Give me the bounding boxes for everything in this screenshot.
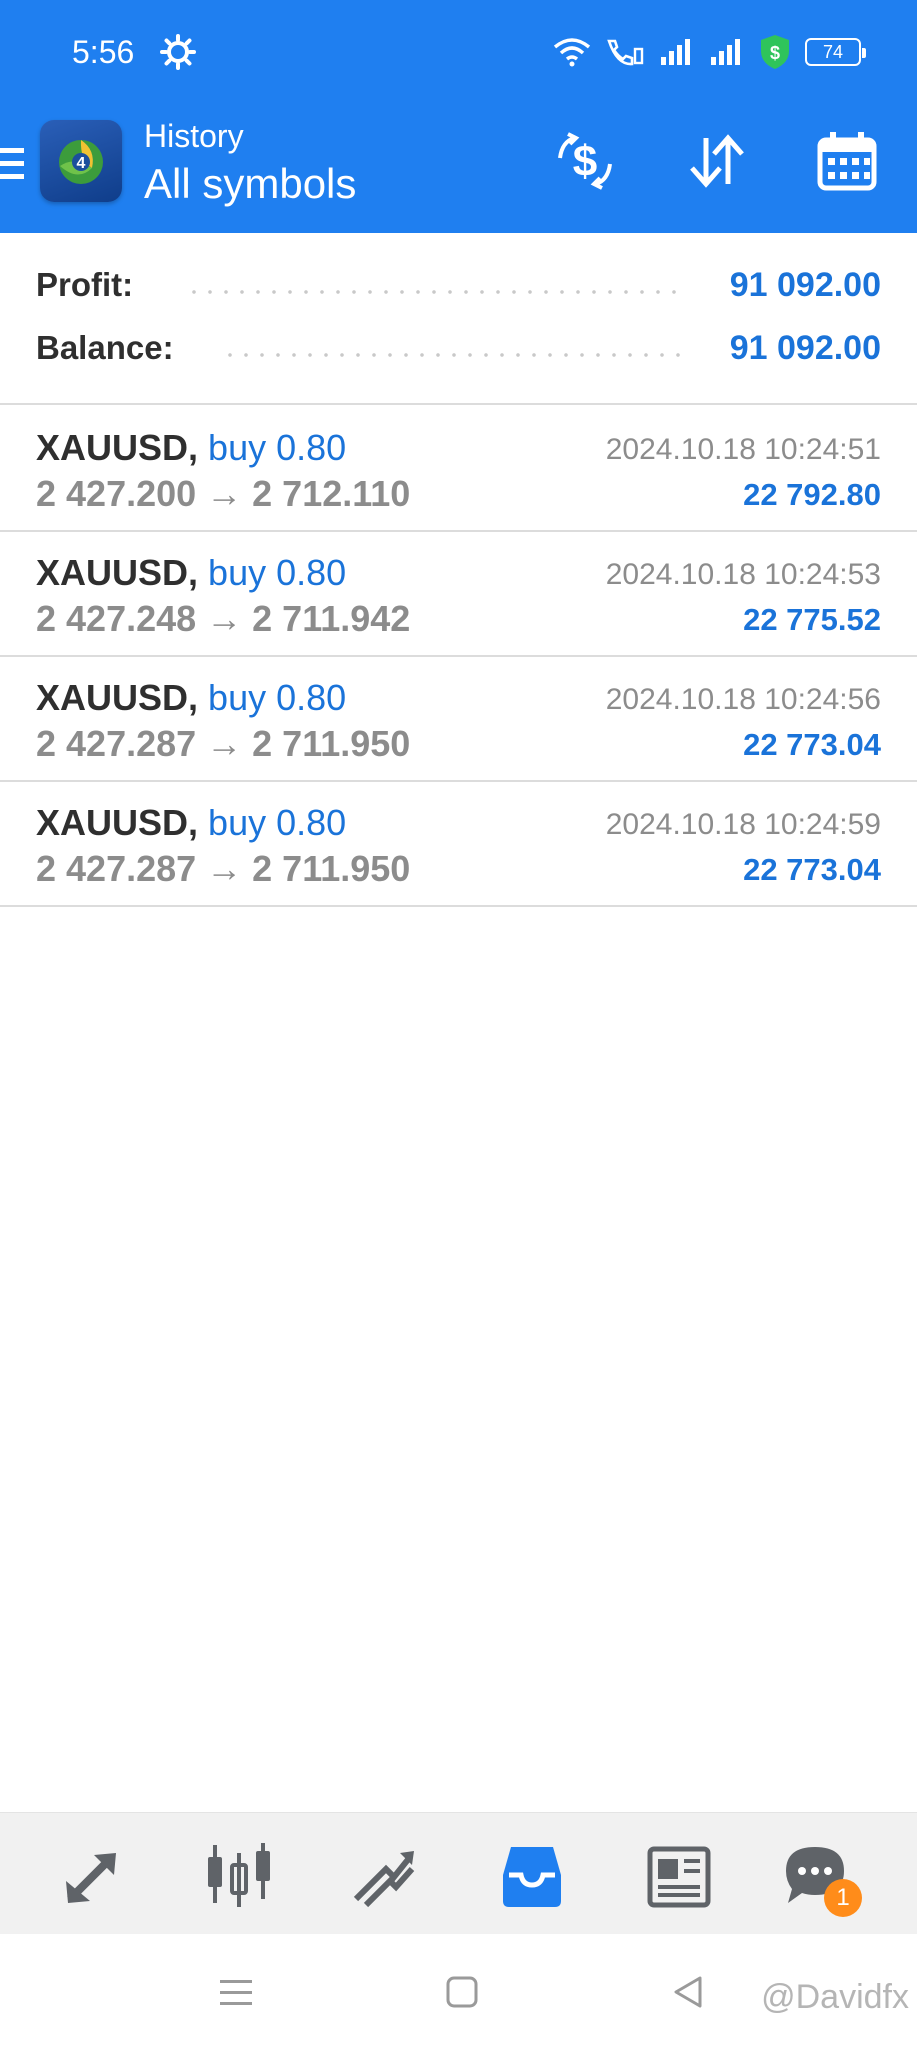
currency-exchange-icon[interactable]: $ (552, 128, 618, 194)
svg-text:$: $ (573, 137, 597, 186)
profit-label: Profit: (36, 266, 134, 303)
chat-badge: 1 (824, 1879, 862, 1917)
header-title[interactable]: All symbols (144, 160, 356, 208)
deal-profit: 22 773.04 (743, 852, 881, 887)
deal-prices: 2 427.287 → 2 711.950 (36, 848, 411, 889)
deal-profit: 22 775.52 (743, 602, 881, 637)
profit-value: 91 092.00 (729, 266, 881, 304)
profit-row: Profit: 91 092.00 (36, 266, 881, 316)
bottom-nav: 1 (0, 1812, 917, 1934)
deal-prices: 2 427.200 → 2 712.110 (36, 473, 411, 514)
balance-label: Balance: (36, 329, 174, 366)
chart-icon[interactable] (204, 1841, 274, 1911)
deal-time: 2024.10.18 10:24:59 (605, 808, 881, 841)
signal-icon (711, 39, 740, 65)
gear-icon (160, 34, 196, 70)
sort-icon[interactable] (684, 128, 750, 194)
battery-icon: 74 (805, 38, 866, 66)
calendar-icon[interactable] (814, 128, 880, 194)
back-icon[interactable] (668, 1972, 708, 2012)
svg-text:$: $ (770, 43, 780, 63)
deal-side: buy 0.80 (208, 427, 347, 468)
deal-row[interactable]: XAUUSD, buy 0.80 2 427.248 → 2 711.942 2… (0, 532, 917, 657)
header-subtitle: History (144, 118, 244, 154)
shield-icon: $ (761, 35, 789, 69)
system-nav-bar: @Davidfx (0, 1934, 917, 2048)
svg-text:4: 4 (77, 155, 86, 172)
chat-button[interactable]: 1 (780, 1841, 862, 1917)
deal-time: 2024.10.18 10:24:56 (605, 683, 881, 716)
recent-apps-icon[interactable] (216, 1972, 256, 2012)
signal-icon (661, 39, 690, 65)
deal-symbol: XAUUSD, (36, 802, 199, 843)
deal-row[interactable]: XAUUSD, buy 0.80 2 427.200 → 2 712.110 2… (0, 407, 917, 532)
history-icon[interactable] (497, 1841, 567, 1911)
deal-time: 2024.10.18 10:24:51 (605, 433, 881, 466)
balance-value: 91 092.00 (729, 329, 881, 367)
deal-profit: 22 792.80 (743, 477, 881, 512)
dotted-leader (186, 290, 681, 294)
menu-icon[interactable] (0, 144, 26, 184)
balance-row: Balance: 91 092.00 (36, 329, 881, 379)
quotes-icon[interactable] (58, 1841, 128, 1911)
app-bar: 4 History All symbols $ (0, 108, 917, 233)
app-logo: 4 (40, 120, 122, 202)
deal-symbol: XAUUSD, (36, 677, 199, 718)
deal-side: buy 0.80 (208, 552, 347, 593)
deal-symbol: XAUUSD, (36, 552, 199, 593)
deal-prices: 2 427.248 → 2 711.942 (36, 598, 411, 639)
call-icon (607, 39, 644, 66)
deal-symbol: XAUUSD, (36, 427, 199, 468)
deal-time: 2024.10.18 10:24:53 (605, 558, 881, 591)
status-bar: 5:56 $ 74 (0, 0, 917, 108)
deal-side: buy 0.80 (208, 802, 347, 843)
deal-row[interactable]: XAUUSD, buy 0.80 2 427.287 → 2 711.950 2… (0, 657, 917, 782)
deal-row[interactable]: XAUUSD, buy 0.80 2 427.287 → 2 711.950 2… (0, 782, 917, 907)
wifi-icon (553, 38, 591, 67)
watermark: @Davidfx (761, 1978, 909, 2016)
deal-prices: 2 427.287 → 2 711.950 (36, 723, 411, 764)
news-icon[interactable] (644, 1841, 714, 1911)
history-summary: Profit: 91 092.00 Balance: 91 092.00 (0, 233, 917, 405)
deal-side: buy 0.80 (208, 677, 347, 718)
home-icon[interactable] (442, 1972, 482, 2012)
dotted-leader (222, 353, 681, 357)
deal-profit: 22 773.04 (743, 727, 881, 762)
status-time: 5:56 (72, 34, 135, 70)
trade-icon[interactable] (350, 1841, 420, 1911)
